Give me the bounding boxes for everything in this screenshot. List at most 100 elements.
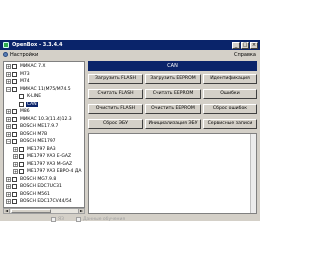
- expand-toggle-icon[interactable]: +: [13, 154, 18, 159]
- ecu-tree[interactable]: + MИКАС 7.X + M73 + M74 − MИКАС 11(M75/M74.5 K-L…: [3, 61, 85, 208]
- tree-item[interactable]: CAN: [13, 101, 38, 108]
- tree-item-label: BOSCH ME1797: [20, 139, 56, 144]
- tree-item-checkbox[interactable]: [19, 94, 24, 99]
- read-eeprom-button[interactable]: Считать EEPROM: [145, 89, 201, 99]
- tree-item-checkbox[interactable]: [19, 154, 24, 159]
- window-title: OpenBox - 3.3.4.4: [12, 42, 63, 48]
- tree-item[interactable]: + BOSCH EDC17CV44/54: [6, 198, 73, 205]
- menu-bar: Настройки Справка: [0, 50, 260, 59]
- checkbox-box: [51, 216, 56, 222]
- load-flash-button[interactable]: Загрузить FLASH: [88, 74, 143, 84]
- expand-toggle-icon[interactable]: +: [6, 64, 11, 69]
- read-flash-button[interactable]: Считать FLASH: [88, 89, 143, 99]
- options-row: ЯЗ Данные обучения: [0, 215, 260, 223]
- tree-item-checkbox[interactable]: [19, 169, 24, 174]
- tree-item[interactable]: + ME1797 УАЗ M-GAZ: [13, 161, 73, 168]
- reset-errors-button[interactable]: Сброс ошибок: [203, 104, 257, 114]
- expand-toggle-icon[interactable]: +: [6, 124, 11, 129]
- scroll-left-arrow-icon[interactable]: ◄: [4, 209, 10, 213]
- tree-item-checkbox[interactable]: [12, 176, 17, 182]
- tree-item[interactable]: + ME1797 УАЗ E-GAZ: [13, 153, 72, 160]
- tree-item[interactable]: − BOSCH ME1797: [6, 138, 57, 145]
- tree-item[interactable]: + BOSCH MG7.9.8: [6, 176, 57, 183]
- tree-item-label: BOSCH EDC17CV44/54: [20, 199, 72, 204]
- tree-item-label: M73: [20, 71, 30, 77]
- init-ecu-button[interactable]: Инициализация ЭБУ: [145, 119, 201, 129]
- tree-item-checkbox[interactable]: [12, 139, 17, 144]
- tree-item-label: MИКАС 11(M75/M74.5: [20, 86, 71, 92]
- tree-item[interactable]: + M73: [6, 71, 31, 78]
- tree-item[interactable]: + MИКАС 7.X: [6, 63, 46, 70]
- menu-settings[interactable]: Настройки: [3, 52, 38, 58]
- minimize-button[interactable]: _: [232, 41, 240, 49]
- identification-button[interactable]: Идентификация: [203, 74, 257, 84]
- log-output[interactable]: [88, 133, 257, 214]
- tree-item-label: BOSCH M7B: [20, 131, 48, 137]
- reset-ecu-button[interactable]: Сброс ЭБУ: [88, 119, 143, 129]
- tree-item[interactable]: + BOSCH M7B: [6, 131, 48, 138]
- tree-item[interactable]: + M74: [6, 78, 31, 85]
- tree-item-checkbox[interactable]: [12, 86, 17, 92]
- tree-item-checkbox[interactable]: [12, 71, 17, 77]
- close-button[interactable]: ×: [250, 41, 258, 49]
- expand-toggle-icon[interactable]: −: [6, 86, 11, 92]
- tree-item[interactable]: − MИКАС 11(M75/M74.5: [6, 86, 72, 93]
- tree-item-label: M74: [20, 79, 30, 84]
- tree-item-checkbox[interactable]: [12, 64, 17, 69]
- learning-data-checkbox[interactable]: Данные обучения: [76, 216, 126, 222]
- tree-item-label: MИКАС 7.X: [20, 64, 46, 69]
- tree-item[interactable]: + M86: [6, 108, 31, 115]
- scroll-thumb[interactable]: [11, 209, 51, 213]
- tree-item-checkbox[interactable]: [19, 161, 24, 167]
- service-records-button[interactable]: Сервисные записи: [203, 119, 257, 129]
- tree-item-label: BOSCH MG7.9.8: [20, 176, 57, 182]
- expand-toggle-icon[interactable]: +: [13, 161, 18, 167]
- tree-item-checkbox[interactable]: [19, 101, 24, 107]
- expand-toggle-icon[interactable]: +: [6, 199, 11, 204]
- expand-toggle-icon[interactable]: +: [13, 169, 18, 174]
- tree-item-checkbox[interactable]: [12, 184, 17, 189]
- title-bar: OpenBox - 3.3.4.4 _ □ ×: [0, 40, 260, 50]
- tree-item-checkbox[interactable]: [12, 109, 17, 114]
- load-eeprom-button[interactable]: Загрузить EEPROM: [145, 74, 201, 84]
- tree-item[interactable]: + ME1797 УАЗ ЕВРО-4 ДА: [13, 168, 82, 175]
- erase-eeprom-button[interactable]: Очистить EEPROM: [145, 104, 201, 114]
- tree-item[interactable]: K-LINE: [13, 93, 42, 100]
- menu-help[interactable]: Справка: [234, 52, 256, 58]
- tree-item-checkbox[interactable]: [12, 79, 17, 84]
- tree-horizontal-scrollbar[interactable]: ◄ ►: [3, 208, 85, 214]
- log-vertical-scrollbar[interactable]: [250, 134, 256, 213]
- scroll-right-arrow-icon[interactable]: ►: [78, 209, 84, 213]
- tree-item-label: BOSCH ME17.9.7: [20, 124, 59, 129]
- expand-toggle-icon[interactable]: +: [6, 109, 11, 114]
- expand-toggle-icon[interactable]: +: [6, 184, 11, 189]
- tree-item-checkbox[interactable]: [12, 199, 17, 204]
- option1-checkbox[interactable]: ЯЗ: [51, 216, 64, 222]
- tree-item-checkbox[interactable]: [19, 146, 24, 152]
- tree-item-checkbox[interactable]: [12, 116, 17, 122]
- tree-item[interactable]: + ME1797 BA3: [13, 146, 57, 153]
- expand-toggle-icon[interactable]: +: [6, 131, 11, 137]
- tree-item-label: BOSCH EDC7UC31: [20, 184, 62, 189]
- expand-toggle-icon[interactable]: +: [6, 79, 11, 84]
- tree-item-label: ME1797 УАЗ M-GAZ: [27, 161, 73, 167]
- tree-item-label: K-LINE: [27, 94, 42, 99]
- tree-item[interactable]: + MИКАС 10.3(11.4)12.3: [6, 116, 73, 123]
- expand-toggle-icon[interactable]: +: [6, 71, 11, 77]
- tree-item-checkbox[interactable]: [12, 124, 17, 129]
- expand-toggle-icon[interactable]: +: [6, 191, 11, 197]
- erase-flash-button[interactable]: Очистить FLASH: [88, 104, 143, 114]
- expand-toggle-icon[interactable]: +: [13, 146, 18, 152]
- tree-item-checkbox[interactable]: [12, 191, 17, 197]
- maximize-button[interactable]: □: [241, 41, 249, 49]
- tree-item-checkbox[interactable]: [12, 131, 17, 137]
- expand-toggle-icon[interactable]: −: [6, 139, 11, 144]
- tree-item[interactable]: + BOSCH ME17.9.7: [6, 123, 59, 130]
- expand-toggle-icon[interactable]: +: [6, 176, 11, 182]
- app-icon: [3, 42, 9, 48]
- errors-button[interactable]: Ошибки: [203, 89, 257, 99]
- tree-item[interactable]: + BOSCH EDC7UC31: [6, 183, 63, 190]
- tree-item[interactable]: + BOSCH M561: [6, 191, 51, 198]
- expand-toggle-icon[interactable]: +: [6, 116, 11, 122]
- learning-data-label: Данные обучения: [83, 216, 126, 222]
